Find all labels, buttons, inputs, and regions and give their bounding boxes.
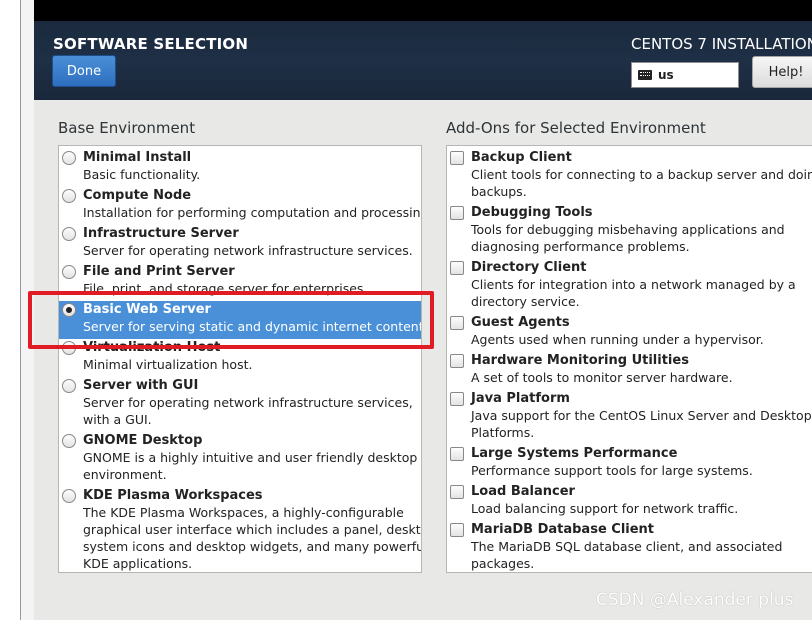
checkbox[interactable] (450, 354, 464, 368)
help-button[interactable]: Help! (752, 56, 812, 88)
addon-description: A set of tools to monitor server hardwar… (471, 370, 733, 385)
addon-option-load-balancer[interactable]: Load Balancer Load balancing support for … (447, 483, 811, 521)
addons-heading: Add-Ons for Selected Environment (446, 119, 706, 137)
option-title: Minimal Install (83, 150, 192, 165)
watermark: CSDN @Alexander plus (596, 590, 794, 610)
addon-option-large-systems-performance[interactable]: Large Systems Performance Performance sup… (447, 445, 811, 483)
option-description: The KDE Plasma Workspaces, a highly-conf… (83, 505, 404, 520)
addon-option-directory-client[interactable]: Directory Client Clients for integration … (447, 259, 811, 314)
base-environment-heading: Base Environment (58, 119, 196, 137)
base-env-option-kde-plasma-workspaces[interactable]: KDE Plasma Workspaces The KDE Plasma Work… (59, 487, 422, 571)
checkbox[interactable] (450, 151, 464, 165)
checkbox[interactable] (450, 485, 464, 499)
option-description: Server for operating network infrastruct… (83, 243, 413, 258)
base-env-option-infrastructure-server[interactable]: Infrastructure Server Server for operatin… (59, 225, 421, 263)
keyboard-layout-label: us (658, 68, 674, 82)
checkbox[interactable] (450, 206, 464, 220)
addon-option-mariadb-database-client[interactable]: MariaDB Database Client The MariaDB SQL d… (447, 521, 811, 572)
radio-button[interactable] (62, 227, 76, 241)
option-title: Compute Node (83, 188, 192, 203)
option-description: Minimal virtualization host. (83, 357, 253, 372)
addon-description: Java support for the CentOS Linux Server… (471, 408, 812, 423)
addon-title: Guest Agents (471, 315, 570, 330)
option-title: File and Print Server (83, 264, 235, 279)
addon-option-guest-agents[interactable]: Guest Agents Agents used when running und… (447, 314, 811, 352)
addon-title: Directory Client (471, 260, 587, 275)
done-button[interactable]: Done (52, 55, 116, 87)
keyboard-layout-indicator[interactable]: us (631, 62, 739, 88)
annotation-highlight-box (28, 291, 434, 349)
checkbox[interactable] (450, 316, 464, 330)
checkbox[interactable] (450, 392, 464, 406)
addon-title: Debugging Tools (471, 205, 593, 220)
radio-button[interactable] (62, 379, 76, 393)
base-environment-list[interactable]: Minimal Install Basic functionality. Compu… (58, 145, 422, 573)
addon-description: Load balancing support for network traff… (471, 501, 739, 516)
addon-description: Agents used when running under a hypervi… (471, 332, 764, 347)
base-env-option-gnome-desktop[interactable]: GNOME Desktop GNOME is a highly intuitive… (59, 432, 421, 487)
product-title: CENTOS 7 INSTALLATION (631, 35, 812, 53)
addon-description: Performance support tools for large syst… (471, 463, 753, 478)
header-bar: SOFTWARE SELECTION Done CENTOS 7 INSTALL… (34, 21, 812, 100)
option-title: Infrastructure Server (83, 226, 239, 241)
addon-option-hardware-monitoring-utilities[interactable]: Hardware Monitoring Utilities A set of to… (447, 352, 811, 390)
checkbox[interactable] (450, 523, 464, 537)
option-description: graphical user interface which includes … (83, 522, 422, 537)
option-title: Server with GUI (83, 378, 199, 393)
option-description: environment. (83, 467, 167, 482)
addon-title: Hardware Monitoring Utilities (471, 353, 689, 368)
addon-description: Client tools for connecting to a backup … (471, 167, 812, 182)
checkbox[interactable] (450, 447, 464, 461)
checkbox[interactable] (450, 261, 464, 275)
radio-button[interactable] (62, 151, 76, 165)
option-description: KDE applications. (83, 556, 193, 571)
option-title: GNOME Desktop (83, 433, 203, 448)
base-env-option-compute-node[interactable]: Compute Node Installation for performing … (59, 187, 421, 225)
radio-button[interactable] (62, 434, 76, 448)
top-bar (34, 0, 812, 21)
option-description: system icons and desktop widgets, and ma… (83, 539, 422, 554)
addon-title: Large Systems Performance (471, 446, 678, 461)
radio-button[interactable] (62, 265, 76, 279)
addon-title: Java Platform (471, 391, 570, 406)
page-title: SOFTWARE SELECTION (53, 35, 249, 53)
addons-list[interactable]: Backup Client Client tools for connecting… (446, 145, 812, 573)
addon-description: Platforms. (471, 425, 535, 440)
addon-description: diagnosing performance problems. (471, 239, 690, 254)
addon-title: Backup Client (471, 150, 572, 165)
keyboard-icon (638, 70, 652, 80)
addon-description: directory service. (471, 294, 580, 309)
option-description: Server for operating network infrastruct… (83, 395, 413, 410)
addon-description: The MariaDB SQL database client, and ass… (471, 539, 783, 554)
addon-option-java-platform[interactable]: Java Platform Java support for the CentOS… (447, 390, 812, 445)
option-title: KDE Plasma Workspaces (83, 488, 263, 503)
radio-button[interactable] (62, 489, 76, 503)
addon-option-debugging-tools[interactable]: Debugging Tools Tools for debugging misbe… (447, 204, 811, 259)
base-env-option-minimal-install[interactable]: Minimal Install Basic functionality. (59, 149, 421, 187)
addon-description: packages. (471, 556, 535, 571)
addon-description: Tools for debugging misbehaving applicat… (471, 222, 785, 237)
addon-title: MariaDB Database Client (471, 522, 655, 537)
addon-description: backups. (471, 184, 527, 199)
option-description: Installation for performing computation … (83, 205, 422, 220)
option-description: GNOME is a highly intuitive and user fri… (83, 450, 418, 465)
option-description: with a GUI. (83, 412, 152, 427)
addon-description: Clients for integration into a network m… (471, 277, 796, 292)
left-margin (0, 0, 20, 620)
option-description: Basic functionality. (83, 167, 201, 182)
addon-title: Load Balancer (471, 484, 575, 499)
base-env-option-server-with-gui[interactable]: Server with GUI Server for operating netw… (59, 377, 421, 432)
addon-option-backup-client[interactable]: Backup Client Client tools for connecting… (447, 149, 812, 204)
radio-button[interactable] (62, 189, 76, 203)
